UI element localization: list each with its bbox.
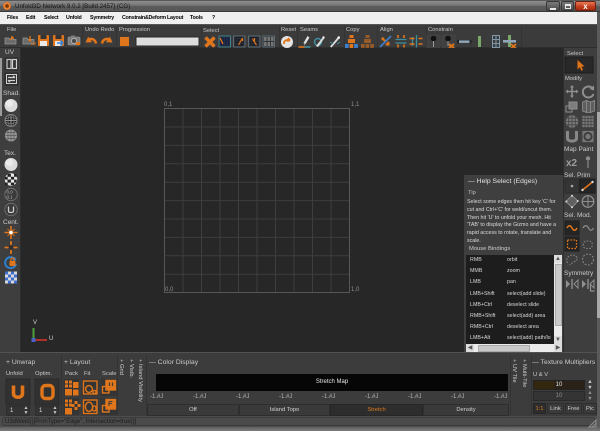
svg-text:0,1: 0,1 (7, 195, 14, 200)
svg-text:x2: x2 (566, 158, 578, 169)
svg-text:uv: uv (31, 41, 37, 47)
